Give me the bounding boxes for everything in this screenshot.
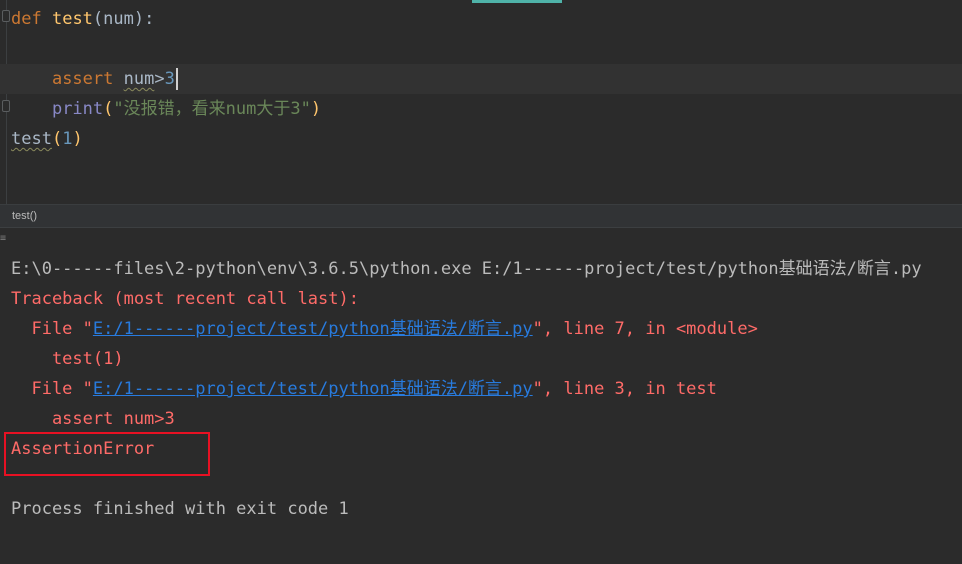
- breadcrumb: test(): [0, 204, 962, 227]
- code-line-print[interactable]: print("没报错，看来num大于3"): [11, 94, 321, 124]
- annotation-highlight-box: [4, 432, 210, 476]
- keyword-assert: assert: [51, 69, 114, 89]
- print-builtin: print: [51, 99, 104, 119]
- code-editor[interactable]: def test(num): assert num>3 print("没报错，看…: [0, 0, 962, 204]
- function-name: test: [51, 9, 93, 29]
- call-close-paren: ): [72, 129, 83, 149]
- menu-lines-icon[interactable]: ≡: [0, 234, 6, 244]
- frame-suffix: ", line 3, in test: [532, 379, 717, 399]
- assert-value: 3: [164, 69, 175, 89]
- function-params: (num):: [92, 9, 155, 29]
- frame-suffix: ", line 7, in <module>: [532, 319, 758, 339]
- keyword-def: def: [11, 9, 42, 29]
- print-string: "没报错，看来num大于3": [113, 99, 311, 119]
- file-link[interactable]: E:/1------project/test/python基础语法/断言.py: [93, 379, 533, 399]
- traceback-code-1: test(1): [11, 349, 124, 369]
- text-caret: [175, 68, 178, 90]
- frame-prefix: File ": [11, 379, 93, 399]
- print-open-paren: (: [103, 99, 114, 119]
- ide-window: def test(num): assert num>3 print("没报错，看…: [0, 0, 962, 564]
- fold-marker-icon[interactable]: [2, 10, 10, 22]
- active-tab-indicator: [472, 0, 562, 3]
- frame-prefix: File ": [11, 319, 93, 339]
- exit-message: Process finished with exit code 1: [11, 499, 349, 519]
- traceback-frame-2: File "E:/1------project/test/python基础语法/…: [11, 374, 717, 404]
- call-arg: 1: [62, 129, 73, 149]
- fold-marker-icon[interactable]: [2, 100, 10, 112]
- traceback-frame-1: File "E:/1------project/test/python基础语法/…: [11, 314, 758, 344]
- code-line-call[interactable]: test(1): [11, 124, 83, 154]
- call-function: test: [11, 129, 52, 149]
- traceback-code-2: assert num>3: [11, 409, 175, 429]
- call-open-paren: (: [51, 129, 63, 149]
- run-panel-header: ≡: [0, 227, 962, 251]
- assert-operator: >: [154, 69, 165, 89]
- console-command-line: E:\0------files\2-python\env\3.6.5\pytho…: [11, 259, 922, 279]
- code-line-def[interactable]: def test(num):: [11, 4, 154, 34]
- code-line-assert[interactable]: assert num>3: [11, 64, 178, 94]
- file-link[interactable]: E:/1------project/test/python基础语法/断言.py: [93, 319, 533, 339]
- traceback-header: Traceback (most recent call last):: [11, 289, 359, 309]
- breadcrumb-item[interactable]: test(): [12, 205, 37, 227]
- assert-expr: num: [123, 69, 155, 89]
- print-close-paren: ): [310, 99, 322, 119]
